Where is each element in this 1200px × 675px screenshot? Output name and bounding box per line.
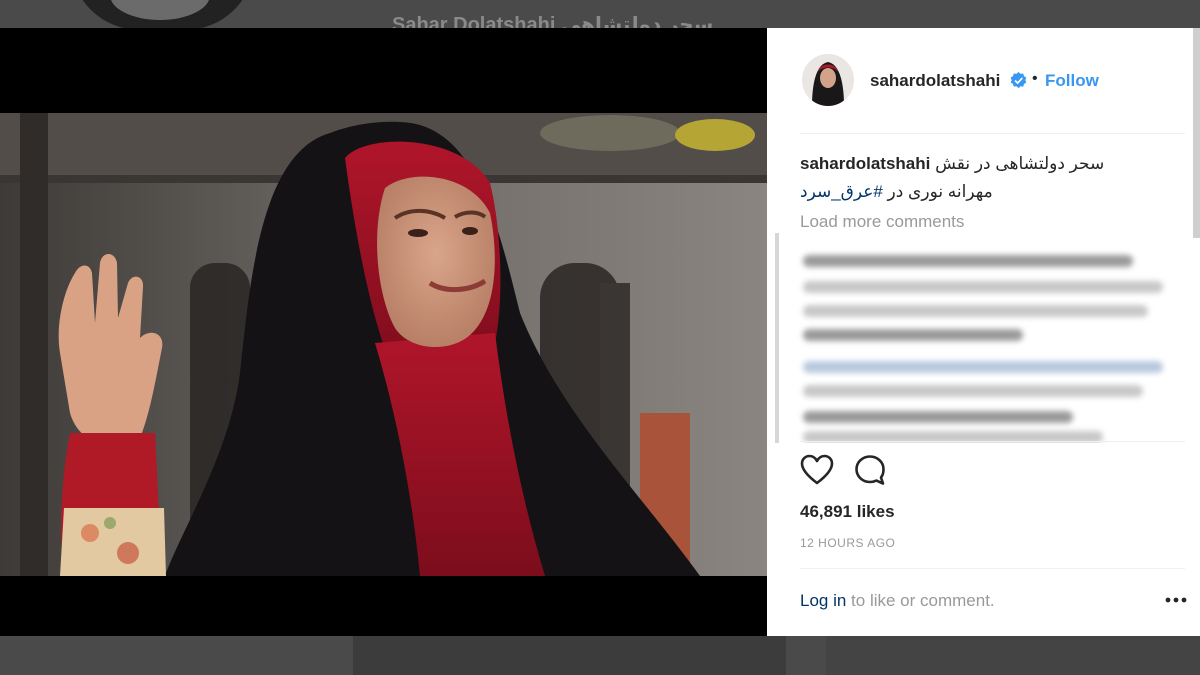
footer-divider [800, 568, 1185, 569]
post-photo-image [0, 113, 767, 576]
heart-outline-icon[interactable] [800, 454, 834, 486]
post-sidebar: sahardolatshahi • Follow sahardolatshahi… [767, 28, 1200, 636]
caption-hashtag[interactable]: #عرق_سرد [800, 182, 883, 201]
post-media-pane [0, 28, 767, 636]
caption-line-2: مهرانه نوری در #عرق_سرد [800, 178, 1185, 206]
login-prompt: Log in to like or comment. [800, 591, 995, 611]
likes-count[interactable]: 46,891 likes [800, 502, 895, 522]
background-page-header: Sahar Dolatshahi سحر دولتشاهی [0, 0, 1200, 28]
avatar-image [802, 54, 854, 106]
load-more-comments[interactable]: Load more comments [800, 212, 964, 232]
login-link[interactable]: Log in [800, 591, 846, 610]
comment-bubble-icon[interactable] [854, 454, 886, 486]
caption-line-1: سحر دولتشاهی در نقش [935, 154, 1105, 173]
more-horizontal-icon[interactable] [1165, 597, 1187, 603]
user-avatar[interactable] [802, 54, 854, 106]
post-header: sahardolatshahi • Follow [767, 28, 1200, 133]
blurred-comments [775, 233, 1200, 443]
post-timestamp[interactable]: 12 HOURS AGO [800, 536, 895, 550]
background-grid-tile[interactable] [353, 636, 786, 675]
post-caption: sahardolatshahi سحر دولتشاهی در نقش مهرا… [800, 150, 1185, 206]
background-grid-tile[interactable] [826, 636, 1200, 675]
header-divider [800, 133, 1185, 134]
login-prompt-text: to like or comment. [846, 591, 995, 610]
background-profile-title: Sahar Dolatshahi سحر دولتشاهی [392, 14, 714, 28]
comments-scrollbar[interactable] [775, 233, 779, 443]
page-scrollbar[interactable] [1193, 28, 1200, 238]
header-separator: • [1032, 70, 1038, 87]
comments-divider [800, 441, 1185, 442]
verified-badge-icon [1010, 72, 1027, 89]
post-photo[interactable] [0, 113, 767, 576]
post-username[interactable]: sahardolatshahi [870, 71, 1000, 91]
follow-button[interactable]: Follow [1045, 71, 1099, 91]
background-profile-avatar [70, 0, 255, 28]
caption-line-2-text: مهرانه نوری در [882, 182, 993, 201]
caption-username[interactable]: sahardolatshahi [800, 154, 930, 173]
